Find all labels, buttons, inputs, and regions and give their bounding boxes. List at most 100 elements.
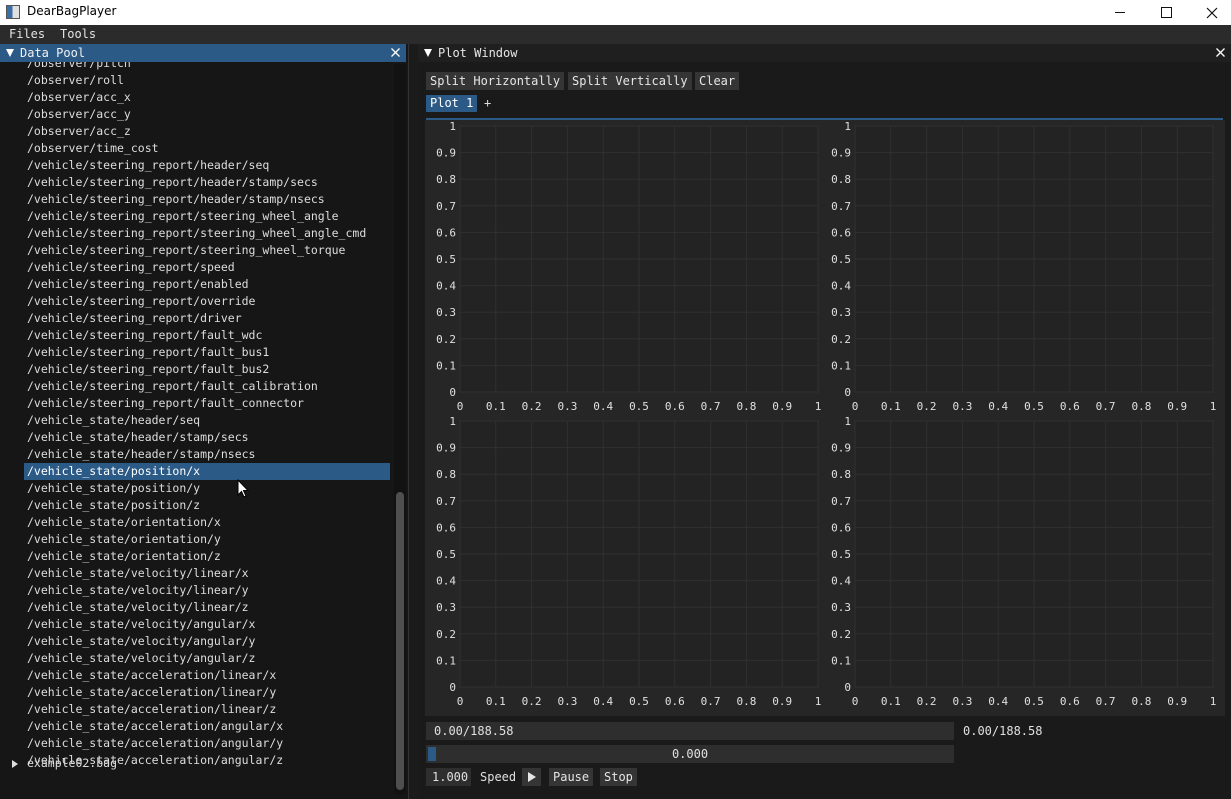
tree-item[interactable]: /vehicle_state/velocity/linear/x: [24, 565, 390, 582]
tree-item[interactable]: /vehicle/steering_report/steering_wheel_…: [24, 242, 390, 259]
y-tick-label: 0: [844, 681, 851, 694]
minimize-button[interactable]: [1097, 0, 1143, 25]
stop-button[interactable]: Stop: [600, 768, 637, 786]
expand-triangle-icon[interactable]: [12, 759, 18, 768]
x-tick-label: 0.1: [486, 400, 506, 413]
tree-item[interactable]: /observer/acc_y: [24, 106, 390, 123]
tree-item[interactable]: /vehicle_state/velocity/angular/y: [24, 633, 390, 650]
x-tick-label: 0.9: [1167, 695, 1187, 708]
y-tick-label: 0.4: [436, 575, 456, 588]
plot-bottom-left[interactable]: 0 0.1 0.2 0.3 0.4 0.5 0.6 0.7 0.8 0.9 1 0 0.1 0.2 0.3 0…: [425, 415, 821, 710]
y-tick-label: 0.7: [831, 495, 851, 508]
tree-item[interactable]: /vehicle/steering_report/enabled: [24, 276, 390, 293]
data-pool-scrollbar[interactable]: [394, 64, 406, 794]
tree-item[interactable]: /vehicle_state/header/stamp/secs: [24, 429, 390, 446]
tree-item[interactable]: /vehicle/steering_report/fault_calibrati…: [24, 378, 390, 395]
progress-bar[interactable]: 0.000: [426, 745, 954, 763]
tree-item[interactable]: /vehicle/steering_report/header/stamp/se…: [24, 174, 390, 191]
tree-item[interactable]: /vehicle/steering_report/header/seq: [24, 157, 390, 174]
data-pool-header[interactable]: Data Pool: [0, 44, 406, 62]
time-label: 0.00/188.58: [963, 724, 1043, 738]
tree-item[interactable]: /vehicle_state/acceleration/linear/z: [24, 701, 390, 718]
tree-item[interactable]: /vehicle_state/header/stamp/nsecs: [24, 446, 390, 463]
tree-item[interactable]: /vehicle_state/velocity/linear/z: [24, 599, 390, 616]
tree-item[interactable]: /observer/time_cost: [24, 140, 390, 157]
time-slider[interactable]: 0.00/188.58: [426, 722, 954, 740]
tree-item[interactable]: /vehicle_state/acceleration/linear/x: [24, 667, 390, 684]
plot-window-header[interactable]: Plot Window: [418, 44, 1231, 62]
window-close-button[interactable]: [1189, 0, 1231, 25]
tree-item[interactable]: /vehicle/steering_report/fault_bus2: [24, 361, 390, 378]
y-tick-label: 0.4: [831, 575, 851, 588]
plot-top-left[interactable]: 0 0.1 0.2 0.3 0.4 0.5 0.6 0.7 0.8 0.9 1 0 0.1 0.2 0.3 0…: [425, 120, 821, 415]
pause-button[interactable]: Pause: [549, 768, 594, 786]
speed-input[interactable]: 1.000: [426, 768, 471, 786]
tree-item[interactable]: /vehicle/steering_report/steering_wheel_…: [24, 225, 390, 242]
window-title: DearBagPlayer: [27, 4, 117, 18]
x-tick-label: 1: [1210, 400, 1217, 413]
tree-item[interactable]: /vehicle_state/position/x: [24, 463, 390, 480]
x-tick-label: 0.3: [557, 695, 577, 708]
tab-plot-1[interactable]: Plot 1: [426, 95, 478, 112]
data-pool-close-button[interactable]: [389, 46, 402, 59]
tree-item[interactable]: /vehicle_state/orientation/x: [24, 514, 390, 531]
tree-item[interactable]: /vehicle/steering_report/override: [24, 293, 390, 310]
split-horizontally-button[interactable]: Split Horizontally: [426, 72, 565, 90]
maximize-button[interactable]: [1143, 0, 1189, 25]
plot-top-right[interactable]: 0 0.1 0.2 0.3 0.4 0.5 0.6 0.7 0.8 0.9 1 0 0.1 0.2 0.3 0…: [820, 120, 1217, 415]
y-tick-label: 0.9: [831, 442, 851, 455]
tree-item[interactable]: /vehicle_state/orientation/y: [24, 531, 390, 548]
split-vertically-button[interactable]: Split Vertically: [568, 72, 692, 90]
plot-window-close-button[interactable]: [1214, 46, 1227, 59]
plots-area: 0 0.1 0.2 0.3 0.4 0.5 0.6 0.7 0.8 0.9 1 0 0.1 0.2 0.3 0…: [425, 120, 1225, 716]
x-tick-label: 0.7: [1096, 400, 1116, 413]
play-button[interactable]: [522, 768, 541, 786]
menu-tools[interactable]: Tools: [60, 27, 96, 41]
y-tick-label: 0.8: [436, 468, 456, 481]
y-tick-label: 0: [449, 386, 456, 399]
tree-item[interactable]: /vehicle_state/position/z: [24, 497, 390, 514]
tree-item[interactable]: /vehicle_state/position/y: [24, 480, 390, 497]
collapse-triangle-icon[interactable]: [424, 49, 432, 57]
tree-item[interactable]: /vehicle/steering_report/fault_wdc: [24, 327, 390, 344]
tree-item[interactable]: /vehicle/steering_report/header/stamp/ns…: [24, 191, 390, 208]
x-tick-label: 0.2: [522, 695, 542, 708]
tree-item[interactable]: /observer/roll: [24, 72, 390, 89]
tree-item[interactable]: /vehicle/steering_report/driver: [24, 310, 390, 327]
bag-file-node[interactable]: example02.bag: [12, 755, 117, 772]
y-tick-label: 0.3: [831, 306, 851, 319]
y-tick-label: 0.3: [831, 601, 851, 614]
x-tick-label: 0.4: [988, 695, 1008, 708]
tree-item[interactable]: /vehicle_state/velocity/angular/z: [24, 650, 390, 667]
tree-item[interactable]: /observer/acc_z: [24, 123, 390, 140]
tree-item[interactable]: /vehicle_state/velocity/linear/y: [24, 582, 390, 599]
tree-item[interactable]: /vehicle/steering_report/steering_wheel_…: [24, 208, 390, 225]
collapse-triangle-icon[interactable]: [6, 49, 14, 57]
menu-files[interactable]: Files: [9, 27, 45, 41]
x-tick-label: 0.8: [1131, 400, 1151, 413]
tree-item[interactable]: /vehicle_state/acceleration/angular/y: [24, 735, 390, 752]
y-tick-label: 0.2: [831, 628, 851, 641]
tree-item[interactable]: /vehicle_state/orientation/z: [24, 548, 390, 565]
y-tick-label: 0: [449, 681, 456, 694]
y-tick-label: 0.6: [436, 226, 456, 239]
mouse-cursor-icon: [237, 479, 249, 498]
x-tick-label: 0.3: [952, 695, 972, 708]
tree-item[interactable]: /observer/acc_x: [24, 89, 390, 106]
tree-item[interactable]: /vehicle_state/acceleration/angular/x: [24, 718, 390, 735]
tree-item[interactable]: /vehicle/steering_report/speed: [24, 259, 390, 276]
add-tab-button[interactable]: +: [480, 95, 495, 112]
y-tick-label: 0.2: [436, 628, 456, 641]
tree-item[interactable]: /vehicle_state/velocity/angular/x: [24, 616, 390, 633]
x-tick-label: 0.4: [593, 400, 613, 413]
plot-bottom-right[interactable]: 0 0.1 0.2 0.3 0.4 0.5 0.6 0.7 0.8 0.9 1 0 0.1 0.2 0.3 0…: [820, 415, 1216, 710]
clear-button[interactable]: Clear: [695, 72, 740, 90]
plot-window-title: Plot Window: [438, 46, 518, 60]
tree-item[interactable]: /observer/pitch: [24, 62, 390, 72]
tree-item[interactable]: /vehicle/steering_report/fault_bus1: [24, 344, 390, 361]
tree-item[interactable]: /vehicle_state/header/seq: [24, 412, 390, 429]
scrollbar-thumb[interactable]: [396, 492, 404, 790]
tree-item[interactable]: /vehicle_state/acceleration/linear/y: [24, 684, 390, 701]
x-tick-label: 0.2: [522, 400, 542, 413]
tree-item[interactable]: /vehicle/steering_report/fault_connector: [24, 395, 390, 412]
